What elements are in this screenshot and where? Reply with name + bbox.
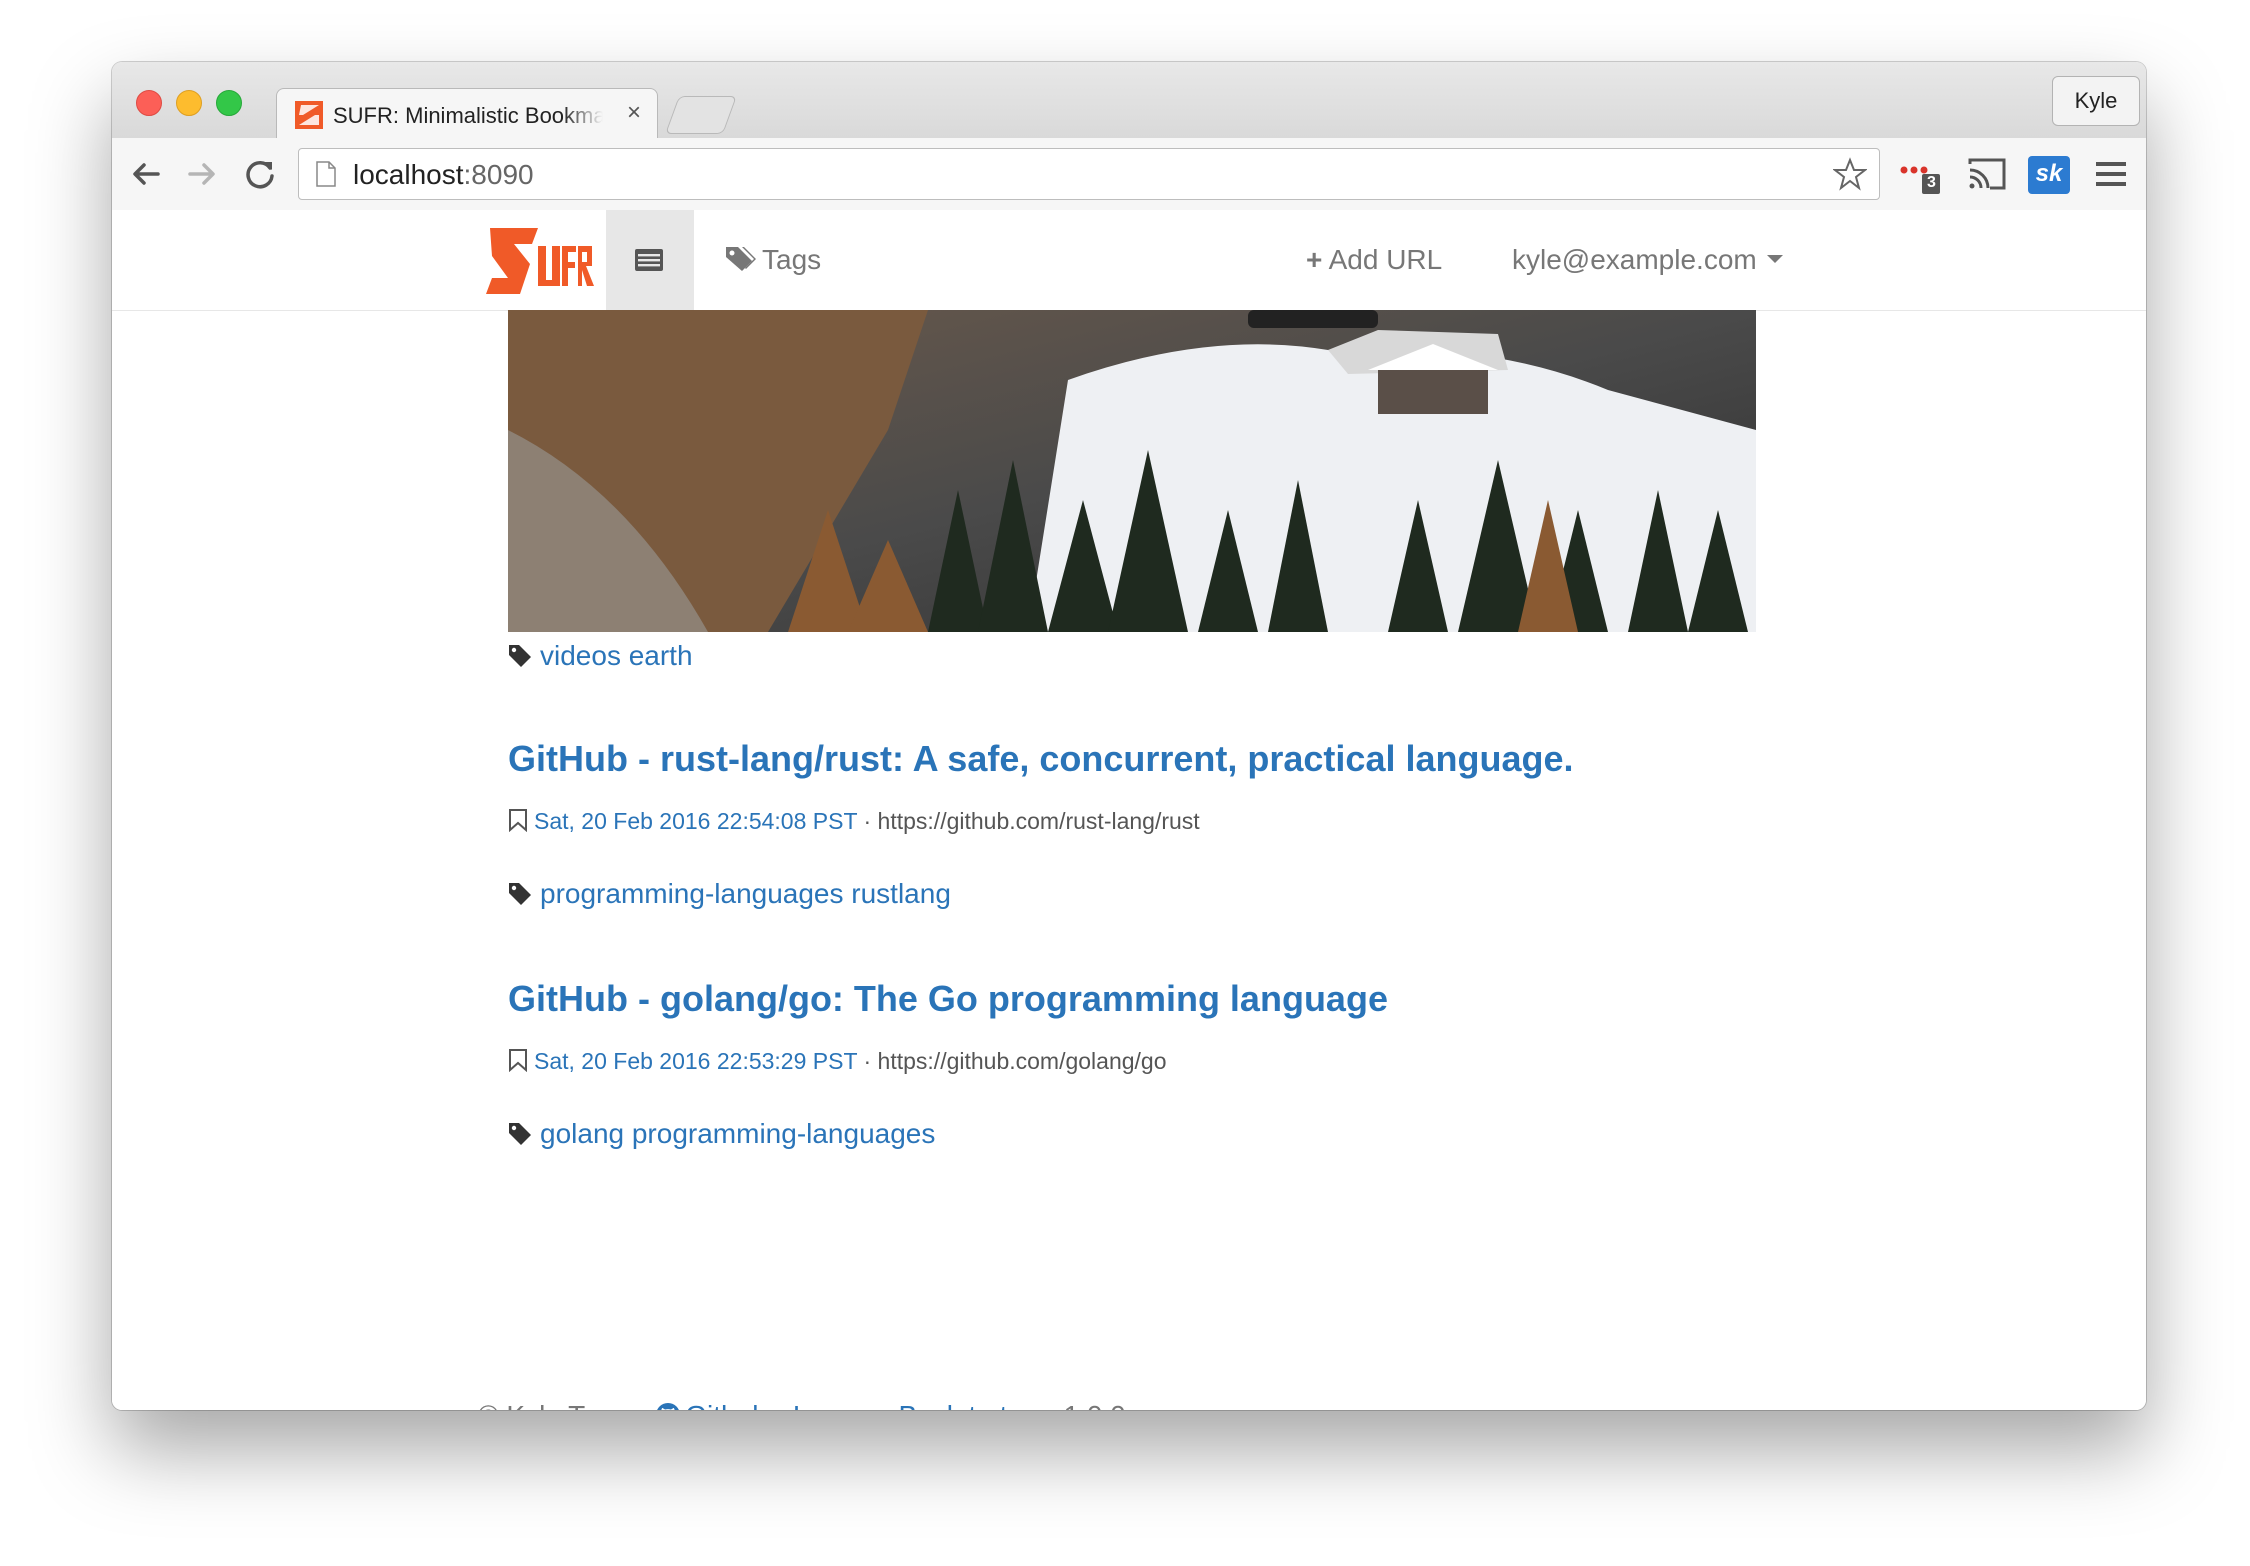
footer-version: · 1.0.0 [1039, 1400, 1125, 1410]
url-text[interactable]: localhost:8090 [353, 159, 534, 191]
github-icon [657, 1403, 680, 1410]
extension-sk-icon[interactable]: sk [2028, 156, 2070, 194]
footer-copyright: © Kyle Terry · [478, 1400, 655, 1410]
tab-title: SUFR: Minimalistic Bookma [333, 103, 603, 128]
nav-tags-label: Tags [762, 244, 822, 275]
extension-dots-icon[interactable]: 3 [1898, 156, 1942, 196]
page-content: Tags + Add URL kyle@example.com videos e… [112, 210, 2146, 1410]
caret-down-icon [1766, 255, 1783, 263]
item-meta-rust: Sat, 20 Feb 2016 22:54:08 PST · https://… [508, 808, 1200, 835]
item-date-go[interactable]: Sat, 20 Feb 2016 22:53:29 PST [534, 1048, 857, 1074]
reload-icon[interactable] [240, 154, 280, 194]
item-date-rust[interactable]: Sat, 20 Feb 2016 22:54:08 PST [534, 808, 857, 834]
footer-sep-1: · [768, 1400, 793, 1410]
first-item-tags: videos earth [508, 640, 693, 672]
tag-icon [509, 1123, 531, 1145]
page-icon [316, 161, 336, 187]
item-tags-rust: programming-languages rustlang [508, 878, 951, 910]
footer-github-link[interactable]: Github [655, 1400, 768, 1410]
bookmark-icon [509, 1049, 527, 1073]
extension-badge: 3 [1927, 174, 1936, 191]
sufr-favicon-icon [295, 101, 323, 129]
url-port: :8090 [463, 159, 534, 190]
item-tags-go: golang programming-languages [508, 1118, 935, 1150]
user-dropdown[interactable]: kyle@example.com [1512, 244, 1783, 276]
browser-toolbar: localhost:8090 3 sk [112, 138, 2146, 211]
list-view-icon [635, 249, 663, 271]
item-separator: · [857, 1048, 878, 1074]
footer-issues-link[interactable]: Issues [793, 1400, 874, 1410]
tags-icon [726, 247, 756, 271]
item-separator: · [857, 808, 878, 834]
bookmark-star-icon[interactable] [1833, 157, 1867, 191]
tab-close-icon[interactable]: × [627, 99, 641, 127]
menu-icon[interactable] [2094, 158, 2128, 190]
nav-add-url-label: Add URL [1328, 244, 1443, 275]
profile-button[interactable]: Kyle [2052, 76, 2140, 126]
first-item-tags-link[interactable]: videos earth [540, 640, 693, 671]
tab-active[interactable]: SUFR: Minimalistic Bookma × [276, 88, 658, 141]
close-window-button[interactable] [136, 90, 162, 116]
sufr-logo[interactable] [486, 224, 596, 298]
snowy-landscape-image [508, 310, 1756, 632]
footer-back-to-top-link[interactable]: Back to top [898, 1400, 1038, 1410]
plus-icon: + [1306, 244, 1323, 275]
browser-window: SUFR: Minimalistic Bookma × Kyle localho… [112, 62, 2146, 1410]
cast-icon[interactable] [1966, 156, 2008, 192]
back-arrow-icon[interactable] [126, 154, 166, 194]
address-bar[interactable]: localhost:8090 [298, 148, 1880, 200]
maximize-window-button[interactable] [216, 90, 242, 116]
item-meta-go: Sat, 20 Feb 2016 22:53:29 PST · https://… [508, 1048, 1167, 1075]
tag-icon [509, 883, 531, 905]
footer: © Kyle Terry · Github · Issues · Back to… [478, 1400, 1126, 1410]
user-email: kyle@example.com [1512, 244, 1757, 275]
navbar: Tags + Add URL kyle@example.com [112, 210, 2146, 311]
item-url-go: https://github.com/golang/go [877, 1048, 1167, 1074]
footer-github-label: Github [685, 1400, 768, 1410]
forward-arrow-icon[interactable] [182, 154, 222, 194]
item-tags-link-rust[interactable]: programming-languages rustlang [540, 878, 951, 909]
nav-tags-link[interactable]: Tags [724, 244, 821, 276]
extension-sk-label: sk [2035, 160, 2063, 187]
tab-strip: SUFR: Minimalistic Bookma × Kyle [112, 62, 2146, 141]
minimize-window-button[interactable] [176, 90, 202, 116]
item-title-rust[interactable]: GitHub - rust-lang/rust: A safe, concurr… [508, 738, 1574, 780]
footer-sep-2: · [874, 1400, 899, 1410]
nav-add-url-link[interactable]: + Add URL [1306, 244, 1442, 276]
tag-icon [509, 645, 531, 667]
item-tags-link-go[interactable]: golang programming-languages [540, 1118, 935, 1149]
item-url-rust: https://github.com/rust-lang/rust [877, 808, 1200, 834]
video-thumbnail[interactable] [508, 310, 1756, 632]
list-view-button[interactable] [606, 210, 694, 310]
item-title-go[interactable]: GitHub - golang/go: The Go programming l… [508, 978, 1388, 1020]
url-host: localhost [353, 159, 464, 190]
new-tab-button[interactable] [665, 96, 737, 134]
bookmark-icon [509, 809, 527, 833]
